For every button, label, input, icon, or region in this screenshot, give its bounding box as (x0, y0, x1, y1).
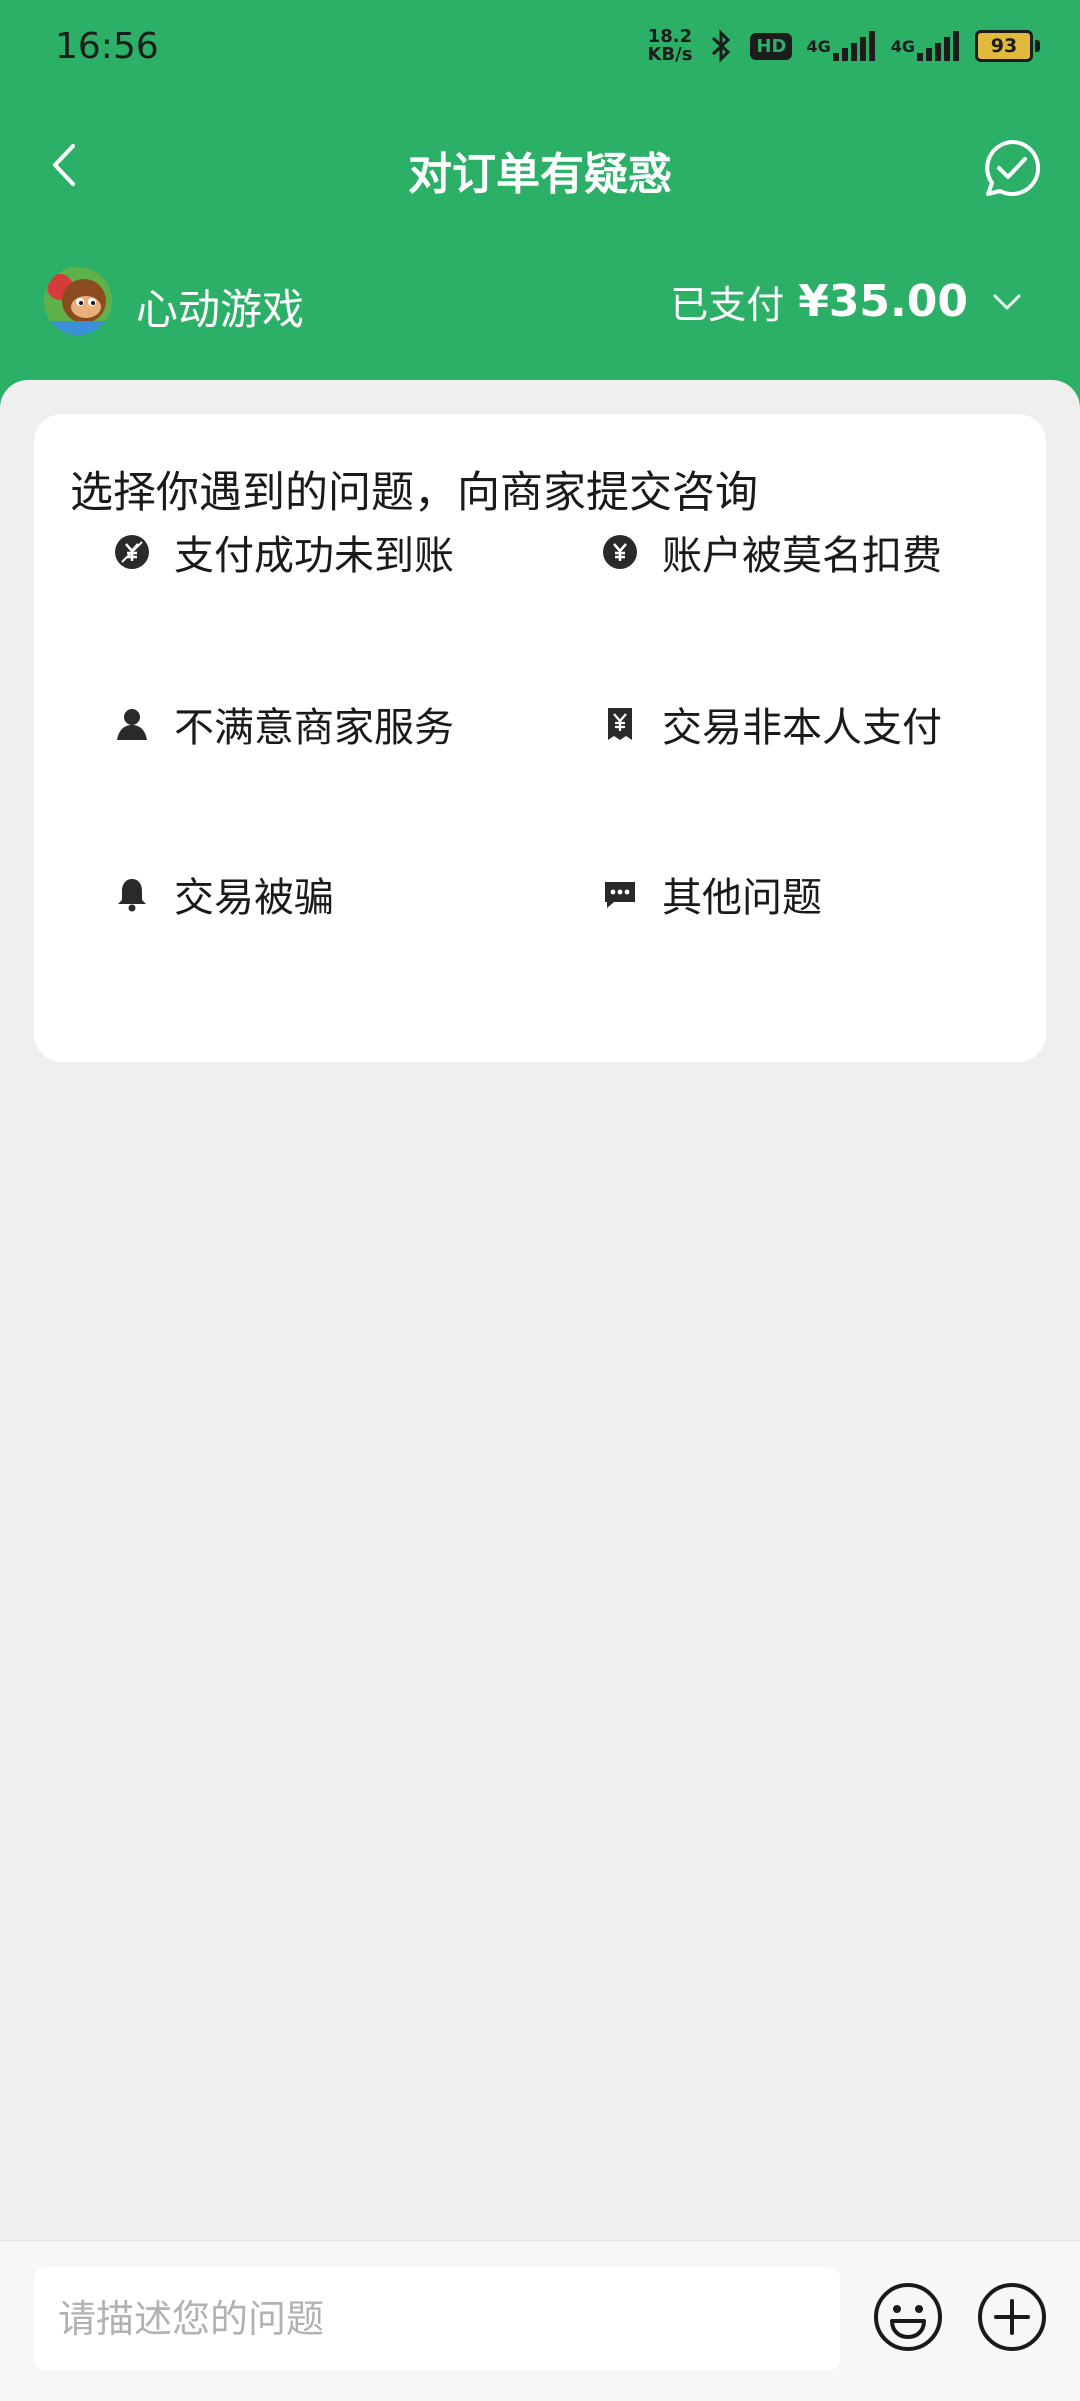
customer-service-button[interactable] (980, 136, 1044, 200)
signal-4g-label: 4G (806, 36, 831, 56)
issue-option-not-self-paid[interactable]: 交易非本人支付 (600, 684, 942, 764)
merchant-name: 心动游戏 (136, 285, 305, 334)
issue-card: 选择你遇到的问题，向商家提交咨询 支付成功未到账 账户被莫名扣费 不满意商家服务… (34, 414, 1046, 1062)
network-speed: 18.2 KB/s (647, 28, 692, 64)
merchant-avatar (44, 267, 112, 335)
chevron-down-icon (993, 294, 1021, 309)
issue-option-label: 交易非本人支付 (662, 705, 942, 751)
battery-icon: 93 (975, 30, 1040, 62)
yuan-coin-slash-icon (112, 532, 152, 572)
bell-icon (112, 874, 152, 914)
status-time: 16:56 (55, 26, 159, 67)
battery-tip (1035, 40, 1040, 52)
payment-amount: ¥35.00 (798, 276, 968, 327)
page-title: 对订单有疑惑 (408, 149, 672, 200)
issue-option-label: 支付成功未到账 (174, 533, 454, 579)
battery-level: 93 (975, 30, 1033, 62)
issue-option-label: 其他问题 (662, 875, 822, 921)
message-input-bar (0, 2240, 1080, 2401)
smiley-icon (874, 2283, 942, 2351)
issue-option-label: 交易被骗 (174, 875, 334, 921)
more-actions-button[interactable] (976, 2281, 1048, 2353)
emoji-button[interactable] (872, 2281, 944, 2353)
signal-4g-secondary-label: 4G (890, 36, 915, 56)
network-speed-unit: KB/s (647, 44, 693, 65)
issue-option-scammed[interactable]: 交易被骗 (112, 854, 334, 934)
payment-status: 已支付 (670, 283, 785, 327)
merchant-row: 心动游戏 已支付 ¥35.00 (0, 240, 1080, 360)
signal-4g-secondary-icon: 4G (891, 31, 961, 61)
issue-option-label: 不满意商家服务 (174, 705, 454, 751)
yuan-ticket-icon (600, 704, 640, 744)
chat-check-icon (985, 139, 1041, 196)
issue-option-other[interactable]: 其他问题 (600, 854, 822, 934)
issue-option-label: 账户被莫名扣费 (662, 533, 942, 579)
title-bar: 对订单有疑惑 (0, 100, 1080, 230)
yuan-coin-icon (600, 532, 640, 572)
issue-option-payment-not-received[interactable]: 支付成功未到账 (112, 512, 454, 592)
signal-4g-icon: 4G (806, 31, 876, 61)
bluetooth-icon (706, 28, 736, 64)
issue-card-title: 选择你遇到的问题，向商家提交咨询 (70, 468, 758, 518)
payment-summary[interactable]: 已支付 ¥35.00 (670, 274, 1022, 329)
status-bar: 16:56 18.2 KB/s HD 4G 4G 93 (0, 0, 1080, 100)
message-input[interactable] (34, 2267, 840, 2371)
issue-option-unsatisfied-service[interactable]: 不满意商家服务 (112, 684, 454, 764)
status-icons: 18.2 KB/s HD 4G 4G 93 (647, 28, 1040, 64)
hd-voice-icon: HD (750, 32, 793, 60)
person-icon (112, 704, 152, 744)
chat-bubble-icon (600, 874, 640, 914)
plus-circle-icon (978, 2283, 1046, 2351)
content-area: 选择你遇到的问题，向商家提交咨询 支付成功未到账 账户被莫名扣费 不满意商家服务… (0, 380, 1080, 2240)
issue-option-unexplained-charge[interactable]: 账户被莫名扣费 (600, 512, 942, 592)
